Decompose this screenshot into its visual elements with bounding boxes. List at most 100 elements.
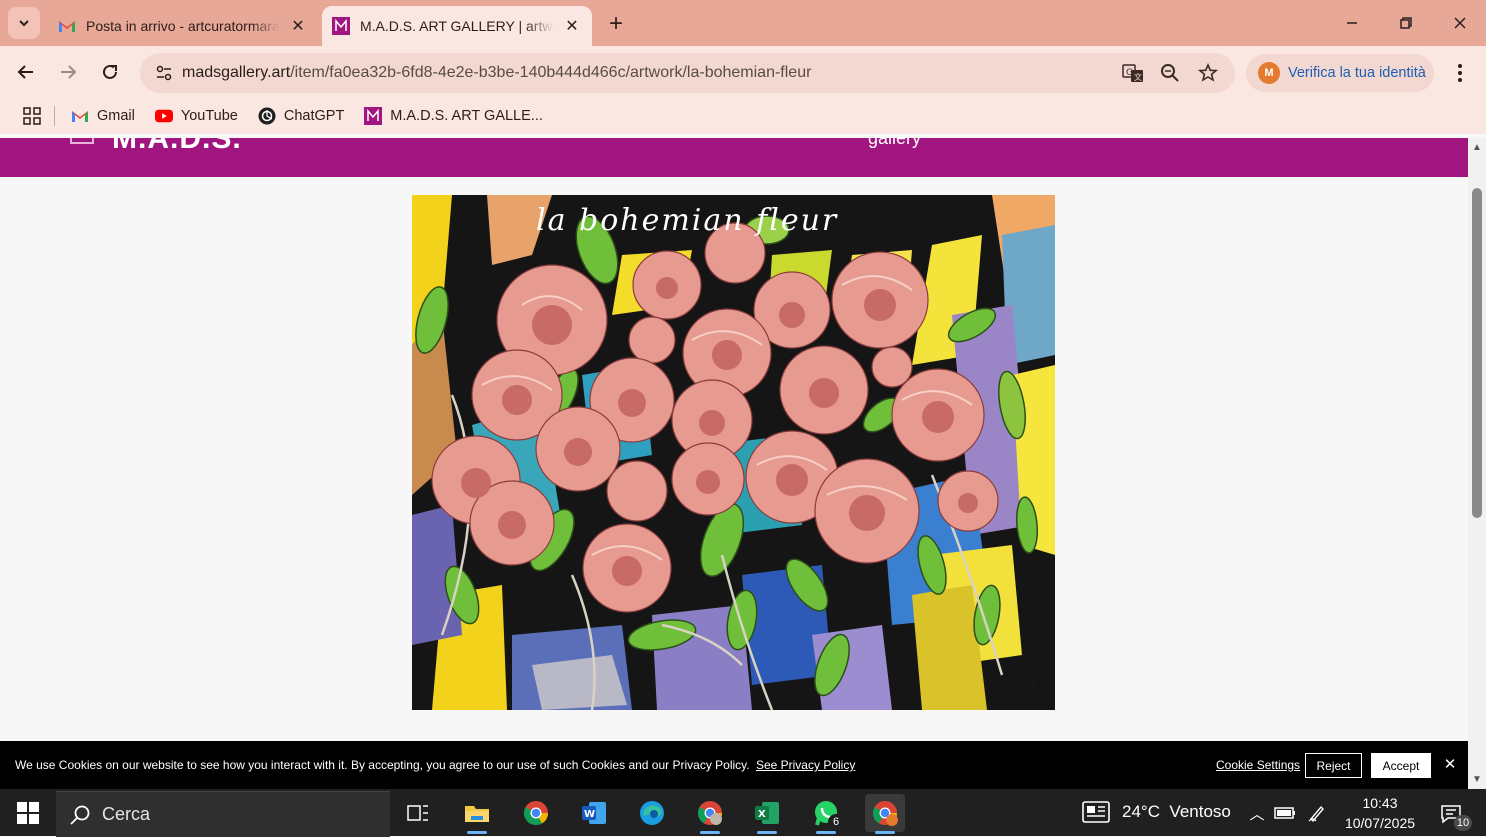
browser-toolbar: madsgallery.art/item/fa0ea32b-6fd8-4e2e-… [0, 46, 1486, 98]
search-icon [68, 803, 92, 827]
site-logo[interactable]: M.A.D.S. [112, 138, 242, 156]
scroll-up-icon[interactable]: ▲ [1471, 142, 1483, 154]
cookie-settings-link[interactable]: Cookie Settings [1216, 758, 1300, 772]
mads-icon [364, 107, 383, 125]
excel-icon: X [755, 802, 779, 824]
artwork-image[interactable]: la bohemian fleur [412, 195, 1055, 710]
close-icon[interactable]: ✕ [562, 16, 582, 36]
tab-search-button[interactable] [8, 7, 40, 39]
zoom-icon[interactable] [1156, 59, 1184, 87]
taskbar-chrome[interactable] [516, 794, 556, 832]
browser-titlebar: Posta in arrivo - artcuratormara ✕ M.A.D… [0, 0, 1486, 46]
whatsapp-badge: 6 [828, 814, 844, 830]
close-icon[interactable]: ✕ [288, 16, 308, 36]
reject-button[interactable]: Reject [1305, 753, 1362, 778]
site-logo-mark[interactable] [70, 138, 94, 144]
plus-icon: + [608, 10, 623, 37]
chevron-down-icon [19, 20, 29, 27]
site-nav[interactable]: gallery [868, 138, 921, 149]
system-clock[interactable]: 10:43 10/07/2025 [1340, 793, 1420, 833]
artwork-title: la bohemian fleur [536, 203, 839, 238]
svg-text:X: X [758, 809, 766, 820]
translate-icon[interactable]: G文 [1119, 59, 1147, 87]
bookmark-label: YouTube [180, 108, 238, 124]
back-button[interactable] [10, 56, 42, 88]
url-text: madsgallery.art/item/fa0ea32b-6fd8-4e2e-… [182, 64, 811, 82]
close-window-button[interactable] [1440, 8, 1480, 38]
svg-text:W: W [584, 809, 595, 820]
browser-menu-button[interactable] [1448, 58, 1472, 88]
weather-text: 24°C Ventoso [1122, 802, 1231, 821]
close-icon[interactable]: ✕ [1441, 754, 1459, 774]
battery-icon[interactable] [1273, 801, 1297, 825]
chrome-icon [523, 801, 548, 826]
chatgpt-icon [258, 107, 276, 125]
start-button[interactable] [10, 797, 46, 829]
apps-button[interactable] [16, 102, 48, 130]
bookmarks-bar: Gmail YouTube ChatGPT M.A.D.S. ART GALLE… [0, 98, 1486, 134]
task-view-button[interactable] [398, 794, 438, 832]
forward-button[interactable] [52, 56, 84, 88]
tab-gmail[interactable]: Posta in arrivo - artcuratormara ✕ [48, 6, 318, 46]
new-tab-button[interactable]: + [602, 10, 630, 38]
pen-icon[interactable] [1305, 801, 1329, 825]
scrollbar-thumb[interactable] [1472, 188, 1482, 518]
url-domain: madsgallery.art [182, 64, 291, 81]
gmail-icon [71, 107, 89, 125]
address-bar[interactable]: madsgallery.art/item/fa0ea32b-6fd8-4e2e-… [140, 53, 1235, 93]
bookmark-label: M.A.D.S. ART GALLE... [390, 108, 543, 124]
restore-icon [1400, 17, 1412, 29]
tab-title: M.A.D.S. ART GALLERY | artwork [360, 18, 554, 34]
chrome-icon [697, 801, 722, 825]
chevron-up-icon[interactable]: ︿ [1245, 801, 1269, 825]
bookmarks-divider [54, 106, 55, 126]
painting-graphic [412, 195, 1055, 710]
site-settings-icon[interactable] [146, 59, 182, 87]
cookie-banner: We use Cookies on our website to see how… [0, 741, 1468, 789]
accept-button[interactable]: Accept [1371, 753, 1431, 778]
svg-text:文: 文 [1134, 72, 1142, 82]
search-placeholder: Cerca [102, 804, 151, 824]
folder-icon [465, 806, 489, 822]
edge-icon [640, 801, 664, 825]
tab-mads-gallery[interactable]: M.A.D.S. ART GALLERY | artwork ✕ [322, 6, 592, 46]
minimize-icon [1347, 22, 1357, 24]
arrow-right-icon [61, 65, 77, 79]
page-scrollbar[interactable]: ▲ ▼ [1468, 138, 1486, 789]
bookmark-chatgpt[interactable]: ChatGPT [252, 102, 350, 130]
taskbar-edge[interactable] [632, 794, 672, 832]
page-viewport: M.A.D.S. gallery la bohemian fleur [0, 138, 1468, 789]
bookmark-youtube[interactable]: YouTube [149, 102, 244, 130]
bookmark-label: ChatGPT [283, 108, 345, 124]
taskbar-word[interactable]: W [574, 794, 614, 832]
clock-date: 10/07/2025 [1344, 815, 1416, 831]
taskbar-chrome-active[interactable] [865, 794, 905, 834]
bookmark-gmail[interactable]: Gmail [65, 102, 141, 130]
weather-widget[interactable]: 24°C Ventoso [1082, 801, 1231, 823]
mads-icon [332, 17, 350, 35]
bookmark-mads[interactable]: M.A.D.S. ART GALLE... [358, 102, 549, 130]
arrow-left-icon [17, 65, 33, 79]
taskbar-search[interactable]: Cerca [56, 791, 390, 837]
profile-label: Verifica la tua identità [1288, 65, 1426, 81]
reload-button[interactable] [94, 56, 126, 88]
close-icon [1454, 17, 1466, 29]
minimize-button[interactable] [1332, 8, 1372, 38]
scroll-down-icon[interactable]: ▼ [1471, 774, 1483, 786]
windows-logo-icon [17, 802, 39, 824]
task-view-icon [407, 805, 428, 821]
bookmark-label: Gmail [97, 108, 135, 124]
youtube-icon [154, 107, 173, 125]
taskbar-whatsapp[interactable]: 6 [806, 794, 846, 834]
taskbar-file-explorer[interactable] [457, 794, 497, 834]
chrome-icon [872, 801, 898, 826]
cookie-message-row: We use Cookies on our website to see how… [15, 758, 855, 772]
site-header: M.A.D.S. gallery [0, 138, 1468, 177]
taskbar-chrome-profile[interactable] [690, 794, 730, 834]
restore-button[interactable] [1386, 8, 1426, 38]
bookmark-star-icon[interactable] [1194, 59, 1222, 87]
taskbar-excel[interactable]: X [747, 794, 787, 834]
notification-center[interactable]: 10 [1436, 799, 1472, 831]
privacy-policy-link[interactable]: See Privacy Policy [756, 758, 855, 772]
profile-button[interactable]: M Verifica la tua identità [1246, 54, 1434, 92]
